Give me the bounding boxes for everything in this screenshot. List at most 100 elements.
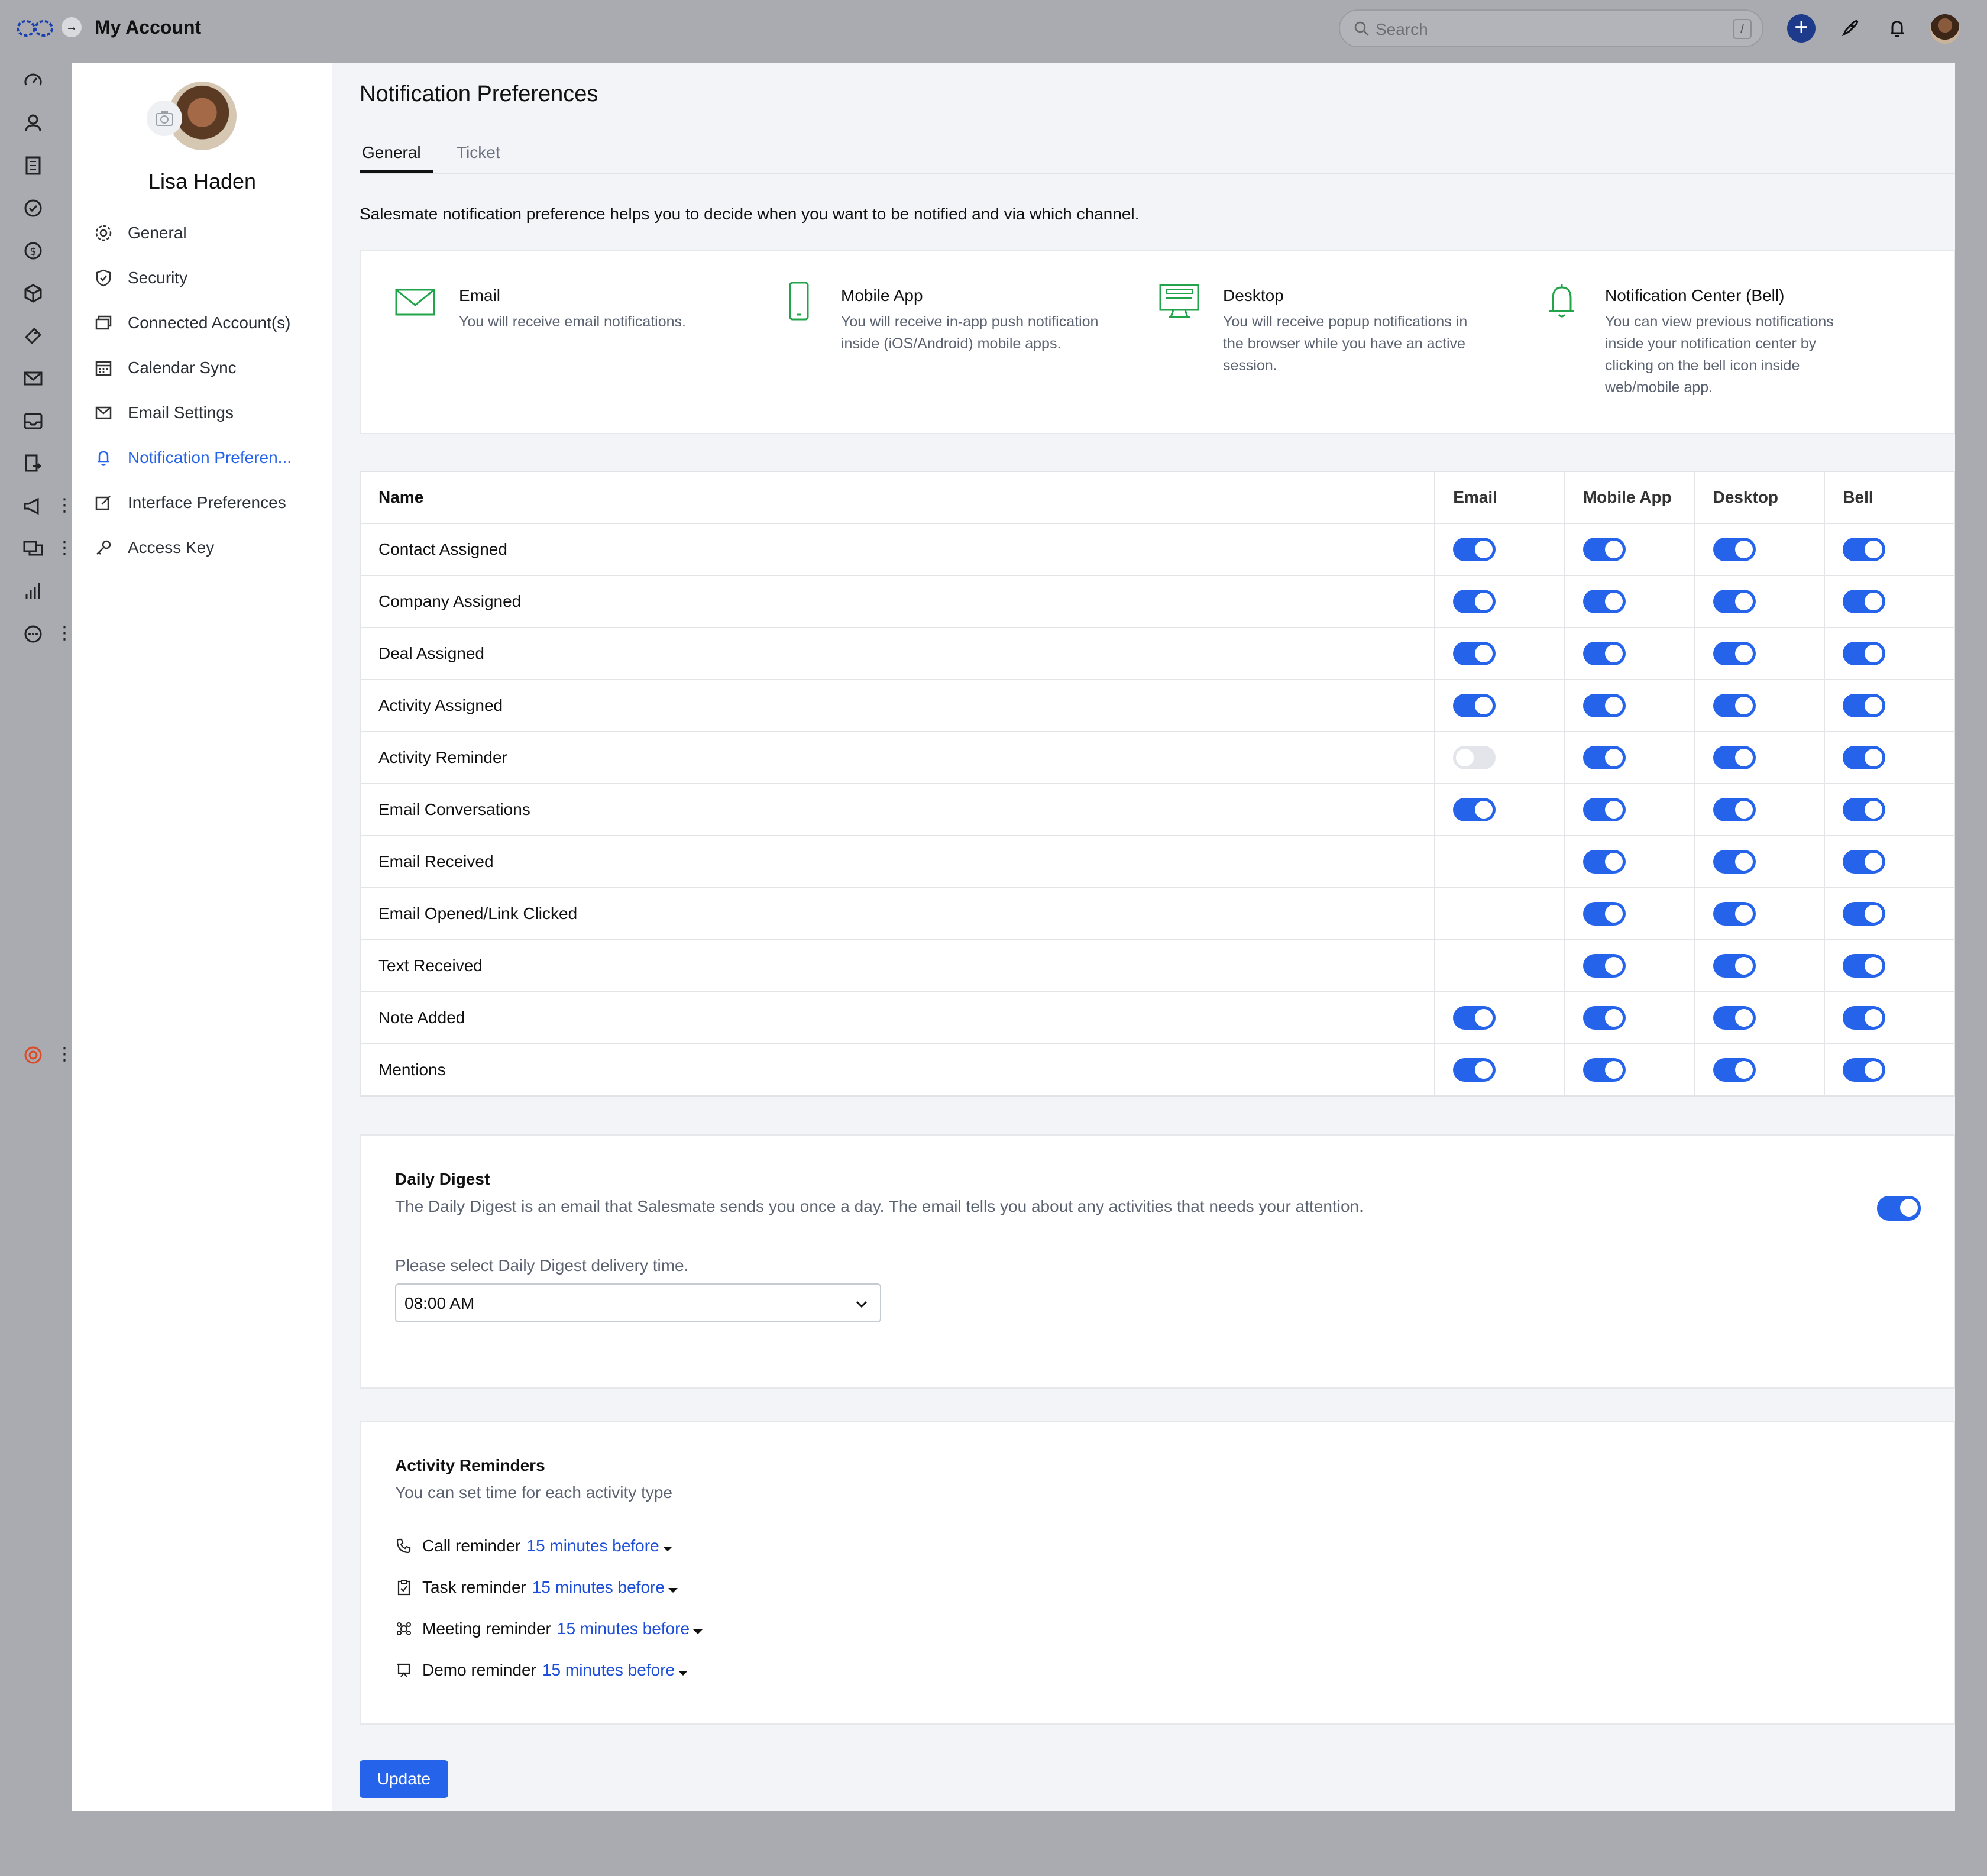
products-icon[interactable] [21, 282, 45, 305]
tickets-icon[interactable] [21, 324, 45, 348]
desktop-toggle[interactable] [1713, 1058, 1756, 1082]
desktop-toggle[interactable] [1713, 746, 1756, 769]
sidebar-item-label: Email Settings [128, 403, 234, 422]
desktop-toggle[interactable] [1713, 850, 1756, 874]
reports-icon[interactable] [21, 580, 45, 603]
email-toggle[interactable] [1453, 694, 1496, 717]
more-apps-menu-icon[interactable]: ⋮ [56, 625, 73, 642]
sidebar-item-security[interactable]: Security [93, 264, 187, 292]
mobile-toggle[interactable] [1583, 798, 1626, 821]
mobile-toggle[interactable] [1583, 538, 1626, 561]
inbox-icon[interactable] [21, 409, 45, 433]
email-toggle[interactable] [1453, 590, 1496, 613]
more-apps-icon[interactable] [21, 622, 45, 646]
mobile-toggle[interactable] [1583, 642, 1626, 665]
help-lifebuoy-icon[interactable] [21, 1043, 45, 1067]
chat-icon[interactable] [21, 537, 45, 561]
rocket-icon[interactable] [1838, 17, 1862, 40]
sidebar-item-access-key[interactable]: Access Key [93, 533, 214, 562]
desktop-toggle[interactable] [1713, 798, 1756, 821]
bell-toggle[interactable] [1843, 1006, 1886, 1030]
desktop-toggle[interactable] [1713, 642, 1756, 665]
reminder-time-dropdown[interactable]: 15 minutes before [542, 1661, 688, 1680]
cell-email [1434, 575, 1565, 628]
delivery-time-select[interactable]: 08:00 AM [395, 1283, 881, 1322]
profile-photo[interactable] [147, 77, 244, 160]
mobile-toggle[interactable] [1583, 694, 1626, 717]
sequences-icon[interactable] [21, 452, 45, 476]
bell-toggle[interactable] [1843, 746, 1886, 769]
cell-desktop [1694, 680, 1825, 732]
table-row: Activity Reminder [360, 732, 1954, 784]
email-toggle[interactable] [1453, 642, 1496, 665]
mobile-toggle[interactable] [1583, 590, 1626, 613]
salesmate-logo-icon[interactable] [15, 18, 54, 39]
bell-toggle[interactable] [1843, 538, 1886, 561]
cell-desktop [1694, 888, 1825, 940]
mobile-toggle[interactable] [1583, 850, 1626, 874]
desktop-toggle[interactable] [1713, 590, 1756, 613]
help-more-icon[interactable]: ⋮ [56, 1046, 73, 1063]
email-toggle[interactable] [1453, 1058, 1496, 1082]
desktop-toggle[interactable] [1713, 1006, 1756, 1030]
email-toggle[interactable] [1453, 538, 1496, 561]
daily-digest-toggle[interactable] [1877, 1196, 1921, 1221]
email-toggle[interactable] [1453, 1006, 1496, 1030]
search-input[interactable]: Search / [1339, 9, 1763, 47]
email-toggle[interactable] [1453, 746, 1496, 769]
activities-icon[interactable] [21, 196, 45, 220]
mobile-toggle[interactable] [1583, 1058, 1626, 1082]
notification-name: Contact Assigned [360, 523, 1435, 576]
chat-more-icon[interactable]: ⋮ [56, 539, 73, 557]
update-button[interactable]: Update [360, 1760, 448, 1798]
add-new-button[interactable]: + [1787, 14, 1816, 43]
bell-toggle[interactable] [1843, 590, 1886, 613]
user-avatar[interactable] [1930, 14, 1960, 44]
sidebar-item-connected-accounts[interactable]: Connected Account(s) [93, 309, 291, 337]
desktop-toggle[interactable] [1713, 694, 1756, 717]
email-icon[interactable] [21, 367, 45, 390]
cell-bell [1824, 888, 1954, 940]
reminder-time-dropdown[interactable]: 15 minutes before [557, 1619, 703, 1638]
cell-email [1434, 523, 1565, 576]
table-row: Text Received [360, 940, 1954, 992]
sidebar-item-email-settings[interactable]: Email Settings [93, 399, 234, 427]
desktop-toggle[interactable] [1713, 954, 1756, 978]
camera-icon[interactable] [147, 101, 182, 136]
email-toggle[interactable] [1453, 798, 1496, 821]
campaigns-more-icon[interactable]: ⋮ [56, 497, 73, 515]
bell-toggle[interactable] [1843, 850, 1886, 874]
cell-desktop [1694, 992, 1825, 1044]
contacts-icon[interactable] [21, 111, 45, 135]
dashboard-icon[interactable] [21, 69, 45, 92]
mobile-toggle[interactable] [1583, 954, 1626, 978]
desktop-toggle[interactable] [1713, 902, 1756, 926]
bell-toggle[interactable] [1843, 902, 1886, 926]
tab-general[interactable]: General [362, 143, 421, 162]
bell-icon[interactable] [1885, 17, 1909, 40]
bell-toggle[interactable] [1843, 954, 1886, 978]
deals-icon[interactable]: $ [21, 239, 45, 263]
cell-desktop [1694, 784, 1825, 836]
tab-ticket[interactable]: Ticket [457, 143, 500, 162]
cell-mobile [1564, 575, 1695, 628]
sidebar-item-calendar-sync[interactable]: Calendar Sync [93, 354, 237, 382]
desktop-toggle[interactable] [1713, 538, 1756, 561]
tab-bar: General Ticket [360, 140, 1955, 174]
sidebar-item-general[interactable]: General [93, 219, 187, 247]
mobile-toggle[interactable] [1583, 746, 1626, 769]
reminder-time-dropdown[interactable]: 15 minutes before [532, 1578, 678, 1597]
expand-sidebar-button[interactable]: → [62, 17, 82, 37]
bell-toggle[interactable] [1843, 798, 1886, 821]
sidebar-item-interface-preferences[interactable]: Interface Preferences [93, 489, 286, 517]
bell-toggle[interactable] [1843, 694, 1886, 717]
mobile-toggle[interactable] [1583, 902, 1626, 926]
companies-icon[interactable] [21, 154, 45, 177]
reminder-time-dropdown[interactable]: 15 minutes before [527, 1537, 672, 1555]
campaigns-icon[interactable] [21, 494, 45, 518]
bell-toggle[interactable] [1843, 642, 1886, 665]
bell-toggle[interactable] [1843, 1058, 1886, 1082]
sidebar-item-notification-preferences[interactable]: Notification Preferen... [93, 444, 292, 472]
edit-icon [95, 496, 111, 510]
mobile-toggle[interactable] [1583, 1006, 1626, 1030]
